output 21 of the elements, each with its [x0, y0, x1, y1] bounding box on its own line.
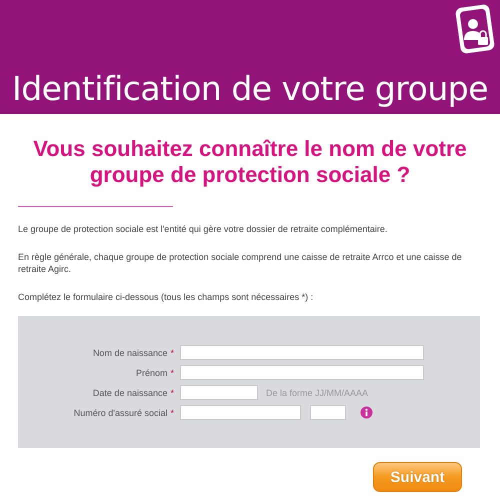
field-label: Numéro d'assuré social	[74, 408, 168, 418]
info-icon[interactable]	[360, 406, 373, 419]
required-mark: *	[170, 348, 174, 358]
field-label: Prénom	[136, 368, 168, 378]
input-field[interactable]	[180, 365, 424, 380]
section-heading: Vous souhaitez connaître le nom de votre groupe de protection sociale ?	[32, 136, 468, 188]
input-field[interactable]	[180, 405, 301, 420]
required-mark: *	[170, 388, 174, 398]
hint-text: De la forme JJ/MM/AAAA	[266, 388, 368, 398]
page-title: Identification de votre groupe	[12, 68, 488, 110]
field-label: Nom de naissance	[92, 348, 168, 358]
paragraph: Le groupe de protection sociale est l'entité qui gère votre dossier de retraite complémentaire.	[18, 223, 388, 235]
next-button[interactable]: Suivant	[373, 462, 462, 492]
field-label: Date de naissance	[92, 388, 168, 398]
input-field[interactable]	[180, 345, 424, 360]
input-field[interactable]	[310, 405, 346, 420]
required-mark: *	[170, 368, 174, 378]
required-mark: *	[170, 408, 174, 418]
paragraph: En règle générale, chaque groupe de protection sociale comprend une caisse de retraite Arrco et une caisse de retraite Agirc.	[18, 251, 463, 275]
input-field[interactable]	[180, 385, 258, 400]
paragraph: Complétez le formulaire ci-dessous (tous les champs sont nécessaires *) :	[18, 291, 314, 303]
